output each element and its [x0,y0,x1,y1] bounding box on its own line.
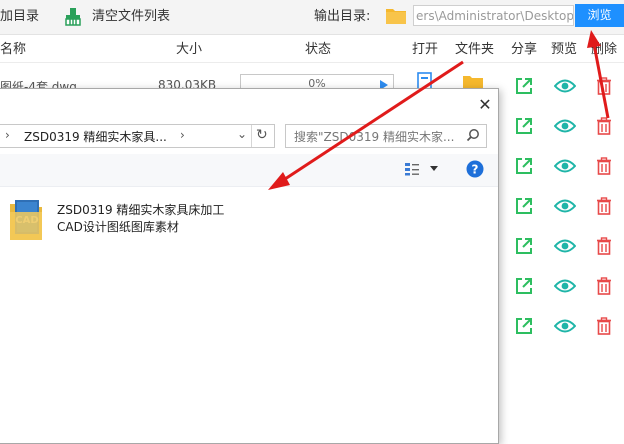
annotation-arrowhead [587,30,601,48]
annotation-arrow-line [281,60,464,183]
annotation-arrow-line [592,43,610,119]
annotation-arrowhead [268,172,290,190]
annotation-arrows [268,30,610,190]
